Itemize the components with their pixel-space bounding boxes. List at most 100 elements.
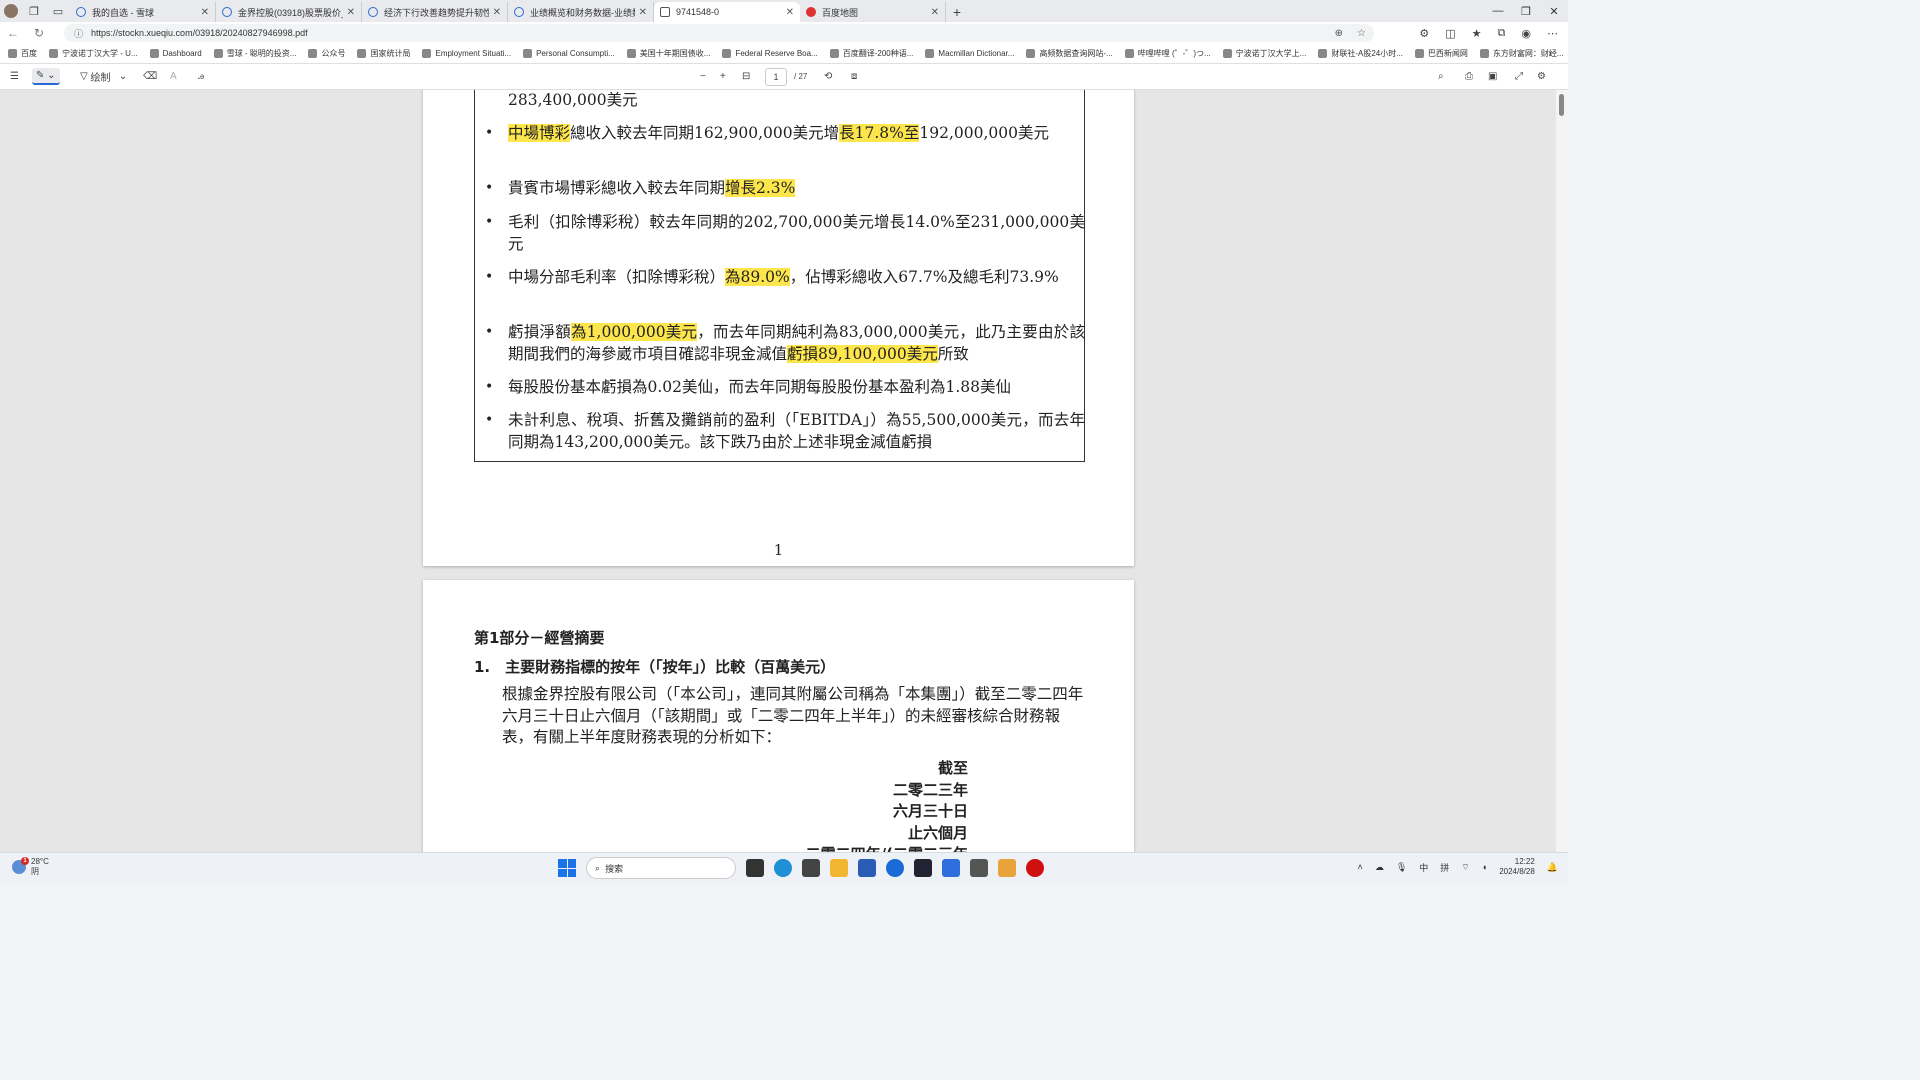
bullet-item: • 未計利息、稅項、折舊及攤銷前的盈利（「EBITDA」）為55,500,000美… xyxy=(485,410,1085,453)
tab-5[interactable]: 百度地图 ✕ xyxy=(800,2,946,22)
edge-icon[interactable] xyxy=(774,859,792,877)
app-icon[interactable] xyxy=(914,859,932,877)
tab-actions-icon[interactable]: ▭ xyxy=(46,0,70,22)
bullet-text: 中場分部毛利率（扣除博彩稅）為89.0%，佔博彩總收入67.7%及總毛利73.9… xyxy=(508,268,1059,286)
task-view-icon[interactable] xyxy=(746,859,764,877)
bookmark[interactable]: 宁波诺丁汉大学上... xyxy=(1222,48,1306,59)
bookmark-icon xyxy=(149,49,159,58)
bookmark[interactable]: Dashboard xyxy=(149,49,202,58)
back-icon[interactable]: ← xyxy=(0,26,26,40)
ime-input[interactable]: 拼 xyxy=(1440,861,1449,874)
print-icon[interactable]: ⎙ xyxy=(1465,71,1473,82)
split-screen-icon[interactable]: ◫ xyxy=(1445,27,1455,40)
bookmark[interactable]: 宁波诺丁汉大学 - U... xyxy=(49,48,138,59)
favorites-icon[interactable]: ★ xyxy=(1472,27,1482,40)
new-tab-button[interactable]: + xyxy=(946,2,968,22)
rotate-icon[interactable]: ⟲ xyxy=(824,71,832,82)
bookmark[interactable]: 巴西新闻网 xyxy=(1414,48,1468,59)
snipping-icon[interactable] xyxy=(802,859,820,877)
bookmark[interactable]: 百度 xyxy=(8,48,37,59)
bookmark[interactable]: 财联社-A股24小时... xyxy=(1318,48,1403,59)
file-explorer-icon[interactable] xyxy=(830,859,848,877)
eraser-icon[interactable]: ⌫ xyxy=(143,71,157,82)
bookmark[interactable]: 哔哩哔哩 (゜-゜)つ... xyxy=(1124,48,1211,59)
minimize-icon[interactable]: — xyxy=(1484,0,1512,22)
bullet-text: 未計利息、稅項、折舊及攤銷前的盈利（「EBITDA」）為55,500,000美元… xyxy=(508,411,1085,451)
url-field[interactable]: ⓘ https://stockn.xueqiu.com/03918/202408… xyxy=(64,24,1374,42)
ime-mode[interactable]: 中 xyxy=(1419,861,1428,874)
tab-4[interactable]: 9741548-0 ✕ xyxy=(654,2,800,22)
fullscreen-icon[interactable]: ⤢ xyxy=(1515,71,1523,82)
cloud-icon[interactable]: ☁ xyxy=(1375,862,1384,873)
start-button[interactable] xyxy=(558,859,576,877)
copilot-icon[interactable]: ◉ xyxy=(1521,27,1531,40)
bookmark[interactable]: Federal Reserve Boa... xyxy=(722,49,818,58)
fit-page-icon[interactable]: ⊟ xyxy=(742,71,750,82)
app-icon[interactable] xyxy=(970,859,988,877)
scroll-thumb[interactable] xyxy=(1559,94,1564,116)
weather-widget[interactable]: 1 28°C 阴 xyxy=(12,857,49,877)
zoom-out-icon[interactable]: − xyxy=(700,71,706,82)
notification-bell-icon[interactable]: 🔔 xyxy=(1547,862,1558,873)
tab-close-icon[interactable]: ✕ xyxy=(347,7,355,18)
page-number-field[interactable]: 1 xyxy=(765,67,787,86)
tab-close-icon[interactable]: ✕ xyxy=(639,7,647,18)
settings-icon[interactable]: ⚙ xyxy=(1537,71,1546,82)
draw-tool[interactable]: ▽ 绘制 ⌄ xyxy=(80,69,127,84)
extensions-icon[interactable]: ⚙ xyxy=(1419,27,1429,40)
collections-icon[interactable]: ⧉ xyxy=(1498,27,1506,40)
zoom-in-icon[interactable]: + xyxy=(720,71,726,82)
mic-icon[interactable]: 🎙 xyxy=(1396,862,1407,873)
bookmark[interactable]: Employment Situati... xyxy=(422,49,511,58)
bookmark[interactable]: 国家统计局 xyxy=(357,48,410,59)
scrollbar[interactable] xyxy=(1556,90,1568,852)
tab-3[interactable]: 业绩概览和财务数据-业绩数据指标 ✕ xyxy=(508,2,654,22)
tab-2[interactable]: 经济下行改善趋势提升韧性能提 ✕ xyxy=(362,2,508,22)
workspaces-icon[interactable]: ❐ xyxy=(22,0,46,22)
close-icon[interactable]: ✕ xyxy=(1540,0,1568,22)
bookmark[interactable]: 雪球 - 聪明的投资... xyxy=(213,48,296,59)
bookmark[interactable]: Personal Consumpti... xyxy=(523,49,615,58)
volume-icon[interactable]: ◖ xyxy=(1482,862,1487,872)
more-icon[interactable]: ⋯ xyxy=(1547,27,1558,40)
info-icon[interactable]: ⓘ xyxy=(74,27,83,40)
tab-close-icon[interactable]: ✕ xyxy=(201,7,209,18)
search-icon[interactable]: ⌕ xyxy=(1438,71,1444,82)
bullet-icon: • xyxy=(485,125,494,141)
app-icon[interactable] xyxy=(998,859,1016,877)
zoom-icon[interactable]: ⊕ xyxy=(1335,28,1343,39)
app-icon[interactable] xyxy=(858,859,876,877)
record-icon[interactable] xyxy=(1026,859,1044,877)
app-icon[interactable] xyxy=(942,859,960,877)
tab-1[interactable]: 金界控股(03918)股票股价_股价行情 ✕ xyxy=(216,2,362,22)
taskbar-search[interactable]: ⌕ 搜索 xyxy=(586,857,736,879)
clock[interactable]: 12:22 2024/8/28 xyxy=(1499,857,1535,877)
favorite-star-icon[interactable]: ☆ xyxy=(1357,28,1366,39)
pdf-viewer[interactable]: 283,400,000美元 • 中場博彩總收入較去年同期162,900,000美元… xyxy=(0,90,1568,852)
profile-avatar[interactable] xyxy=(0,0,22,22)
page-view-icon[interactable]: ⧈ xyxy=(851,71,857,82)
bookmark[interactable]: 百度翻译-200种语... xyxy=(829,48,913,59)
restore-icon[interactable]: ❐ xyxy=(1512,0,1540,22)
chevron-right-icon[interactable]: › xyxy=(1548,48,1552,60)
app-icon[interactable] xyxy=(886,859,904,877)
tab-0[interactable]: 我的自选 - 雪球 ✕ xyxy=(70,2,216,22)
wifi-icon[interactable]: ⌔ xyxy=(1461,862,1469,873)
highlight-tool[interactable]: ✎ ⌄ xyxy=(32,68,60,85)
bookmark-icon xyxy=(308,49,318,58)
tab-close-icon[interactable]: ✕ xyxy=(786,7,794,18)
bookmark[interactable]: 高频数据查询网站-... xyxy=(1026,48,1113,59)
bookmark[interactable]: 美国十年期国债收... xyxy=(626,48,710,59)
save-icon[interactable]: ▣ xyxy=(1488,71,1497,82)
tab-close-icon[interactable]: ✕ xyxy=(931,7,939,18)
bookmark[interactable]: 公众号 xyxy=(308,48,345,59)
refresh-icon[interactable]: ↻ xyxy=(26,26,52,40)
bullet-item: • 虧損淨額為1,000,000美元，而去年同期純利為83,000,000美元，此… xyxy=(485,322,1085,365)
read-aloud-icon[interactable]: ꭿ xyxy=(198,71,204,82)
contents-icon[interactable]: ☰ xyxy=(10,71,19,82)
text-icon[interactable]: A xyxy=(170,71,177,82)
bookmark-icon xyxy=(722,49,732,58)
chevron-up-icon[interactable]: ˄ xyxy=(1358,862,1363,872)
bookmark[interactable]: Macmillan Dictionar... xyxy=(925,49,1014,58)
tab-close-icon[interactable]: ✕ xyxy=(493,7,501,18)
